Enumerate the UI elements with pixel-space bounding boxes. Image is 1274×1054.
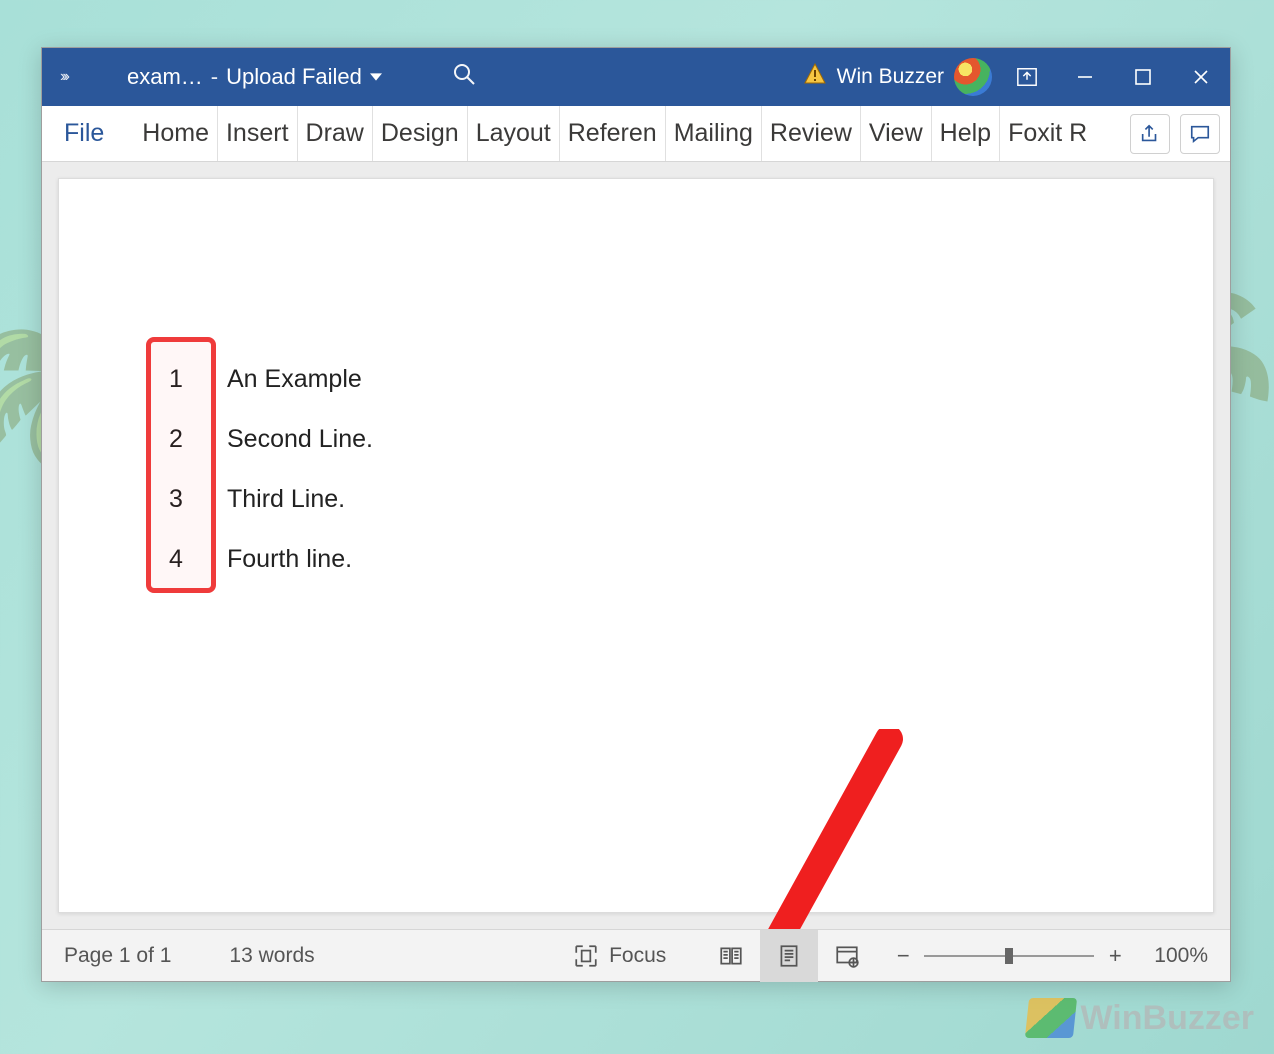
quick-access-overflow-icon[interactable]: ››› [60,68,67,86]
document-canvas-area: 1 An Example 2 Second Line. 3 Third Line. 4… [42,162,1230,929]
tab-layout[interactable]: Layout [467,106,559,161]
zoom-in-button[interactable]: + [1106,943,1124,969]
zoom-out-button[interactable]: − [894,943,912,969]
focus-icon [573,943,599,969]
tab-design[interactable]: Design [372,106,467,161]
ribbon-bar: File Home Insert Draw Design Layout Refe… [42,106,1230,162]
zoom-value[interactable]: 100% [1154,944,1208,968]
focus-mode-button[interactable]: Focus [573,943,666,969]
line-text[interactable]: An Example [227,365,362,394]
print-layout-icon [776,943,802,969]
tab-home[interactable]: Home [126,106,217,161]
watermark-logo-icon [1024,998,1076,1038]
document-line: 4 Fourth line. [159,529,373,589]
ribbon-right-controls [1130,106,1230,161]
print-layout-button[interactable] [760,930,818,982]
comments-button[interactable] [1180,114,1220,154]
comment-icon [1189,123,1211,145]
zoom-slider-thumb[interactable] [1005,948,1013,964]
tab-insert[interactable]: Insert [217,106,297,161]
search-icon [452,62,476,86]
title-bar: ››› exam… - Upload Failed Win Buzzer [42,48,1230,106]
line-text[interactable]: Third Line. [227,485,345,514]
share-icon [1139,123,1161,145]
zoom-control: − + 100% [894,943,1208,969]
annotation-arrow-icon [659,729,919,929]
document-line: 2 Second Line. [159,409,373,469]
status-bar: Page 1 of 1 13 words Focus − + 100% [42,929,1230,981]
tab-mailings[interactable]: Mailing [665,106,761,161]
window-controls [1056,48,1230,106]
search-button[interactable] [452,62,476,92]
chevron-down-icon [370,71,382,83]
word-count-status[interactable]: 13 words [229,944,314,968]
document-line: 3 Third Line. [159,469,373,529]
watermark: WinBuzzer [1027,998,1254,1038]
read-mode-icon [718,943,744,969]
tab-help[interactable]: Help [931,106,999,161]
close-icon [1191,67,1211,87]
upload-status-label: Upload Failed [226,64,362,90]
tab-draw[interactable]: Draw [297,106,372,161]
focus-label: Focus [609,944,666,968]
word-window: ››› exam… - Upload Failed Win Buzzer Fil… [41,47,1231,982]
line-text[interactable]: Second Line. [227,425,373,454]
read-mode-button[interactable] [702,930,760,982]
web-layout-button[interactable] [818,930,876,982]
tab-references[interactable]: Referen [559,106,665,161]
maximize-button[interactable] [1114,48,1172,106]
account-avatar[interactable] [954,58,992,96]
document-page[interactable]: 1 An Example 2 Second Line. 3 Third Line. 4… [58,178,1214,913]
share-button[interactable] [1130,114,1170,154]
account-name[interactable]: Win Buzzer [837,65,944,89]
page-number-status[interactable]: Page 1 of 1 [64,944,171,968]
document-content[interactable]: 1 An Example 2 Second Line. 3 Third Line. 4… [159,349,373,589]
minimize-button[interactable] [1056,48,1114,106]
ribbon-tabs: Home Insert Draw Design Layout Referen M… [126,106,1095,161]
account-block: Win Buzzer [803,58,998,96]
watermark-text: WinBuzzer [1081,999,1254,1038]
minimize-icon [1075,67,1095,87]
document-line: 1 An Example [159,349,373,409]
tab-view[interactable]: View [860,106,931,161]
close-button[interactable] [1172,48,1230,106]
line-number: 3 [159,485,193,514]
warning-icon[interactable] [803,62,827,92]
ribbon-display-icon [1016,66,1038,88]
web-layout-icon [834,943,860,969]
upload-status-dropdown[interactable]: Upload Failed [226,64,382,90]
document-title[interactable]: exam… [127,64,203,90]
file-tab[interactable]: File [42,106,126,161]
zoom-slider[interactable] [924,955,1094,957]
title-separator: - [211,64,218,90]
maximize-icon [1133,67,1153,87]
line-number: 4 [159,545,193,574]
line-number: 1 [159,365,193,394]
ribbon-display-options-button[interactable] [998,48,1056,106]
line-number: 2 [159,425,193,454]
line-text[interactable]: Fourth line. [227,545,352,574]
tab-foxit[interactable]: Foxit R [999,106,1095,161]
tab-review[interactable]: Review [761,106,860,161]
view-mode-buttons [702,930,876,982]
